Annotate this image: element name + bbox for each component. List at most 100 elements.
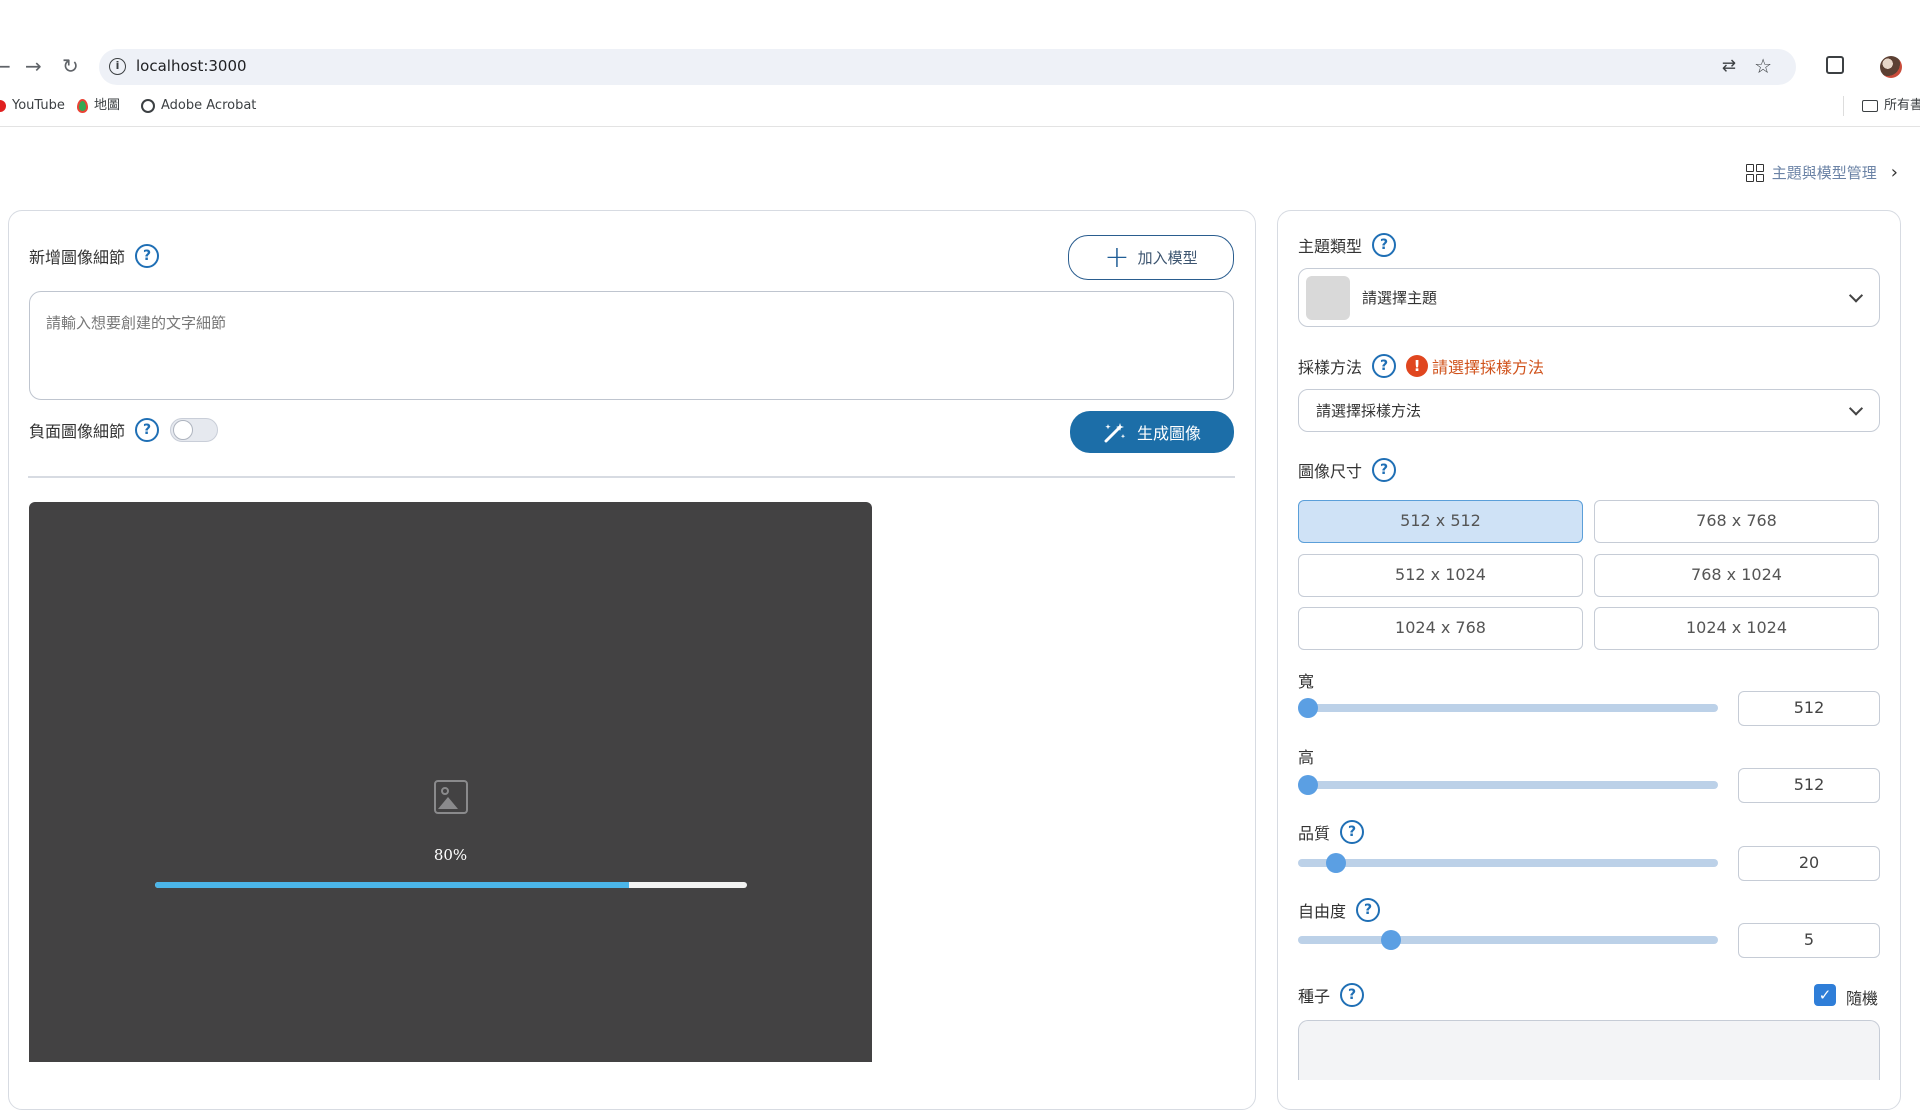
freedom-label-row: 自由度 ?: [1298, 898, 1381, 922]
prompt-textarea[interactable]: 請輸入想要創建的文字細節: [29, 291, 1234, 400]
bookmarks-separator: [1843, 96, 1844, 116]
image-size-label: 圖像尺寸: [1298, 462, 1363, 481]
url-text[interactable]: localhost:3000: [136, 57, 247, 75]
size-option-512x1024[interactable]: 512 x 1024: [1298, 554, 1583, 597]
sampling-label-row: 採樣方法 ? ! 請選擇採樣方法: [1298, 354, 1544, 378]
help-icon[interactable]: ?: [1340, 820, 1365, 844]
slider-thumb[interactable]: [1298, 698, 1318, 718]
size-option-1024x1024[interactable]: 1024 x 1024: [1594, 607, 1879, 650]
size-option-768x768[interactable]: 768 x 768: [1594, 500, 1879, 543]
theme-type-label-row: 主題類型 ?: [1298, 233, 1397, 257]
width-input[interactable]: 512: [1738, 691, 1880, 726]
freedom-slider[interactable]: [1298, 930, 1718, 950]
theme-type-label: 主題類型: [1298, 237, 1363, 256]
manage-link-label: 主題與模型管理: [1771, 164, 1877, 182]
add-model-button[interactable]: + 加入模型: [1068, 235, 1234, 280]
height-slider[interactable]: [1298, 775, 1718, 795]
theme-swatch: [1306, 275, 1350, 320]
star-icon[interactable]: ☆: [1754, 54, 1772, 78]
forward-arrow-icon[interactable]: →: [25, 54, 42, 78]
progress-bar: [155, 882, 747, 888]
reload-icon[interactable]: ↻: [62, 54, 79, 78]
size-option-1024x768[interactable]: 1024 x 768: [1298, 607, 1583, 650]
progress-fill: [155, 882, 629, 888]
all-bookmarks[interactable]: 所有書: [1862, 96, 1920, 116]
theme-select-value: 請選擇主題: [1362, 289, 1438, 307]
error-icon: !: [1406, 355, 1429, 377]
toggle-knob: [173, 420, 193, 440]
profile-avatar[interactable]: [1880, 56, 1902, 78]
theme-select[interactable]: 請選擇主題: [1298, 268, 1880, 327]
generate-image-button[interactable]: 生成圖像: [1070, 411, 1234, 453]
check-icon: ✓: [1818, 986, 1832, 1004]
negative-details-toggle[interactable]: [170, 418, 218, 442]
slider-thumb[interactable]: [1298, 775, 1318, 795]
help-icon[interactable]: ?: [1372, 233, 1397, 257]
slider-thumb[interactable]: [1381, 930, 1401, 950]
chevron-down-icon: [1848, 287, 1864, 303]
chevron-down-icon: [1848, 400, 1864, 416]
magic-wand-icon: [1104, 423, 1126, 443]
freedom-label: 自由度: [1298, 902, 1347, 921]
extensions-icon[interactable]: [1826, 56, 1844, 74]
help-icon[interactable]: ?: [1356, 898, 1381, 922]
sampling-label: 採樣方法: [1298, 358, 1363, 377]
help-icon[interactable]: ?: [135, 244, 160, 268]
browser-chrome: ← → ↻ i localhost:3000 ⇄ ☆ YouTube 地圖 Ad…: [0, 0, 1920, 127]
random-checkbox[interactable]: ✓: [1814, 984, 1836, 1006]
freedom-input[interactable]: 5: [1738, 923, 1880, 958]
quality-input[interactable]: 20: [1738, 846, 1880, 881]
height-input[interactable]: 512: [1738, 768, 1880, 803]
random-label[interactable]: 隨機: [1846, 985, 1878, 1009]
bookmark-adobe-acrobat[interactable]: Adobe Acrobat: [141, 96, 256, 116]
negative-details-label-row: 負面圖像細節 ?: [29, 418, 160, 442]
image-size-label-row: 圖像尺寸 ?: [1298, 458, 1397, 482]
bookmark-youtube[interactable]: YouTube: [0, 96, 65, 116]
help-icon[interactable]: ?: [1340, 983, 1365, 1007]
address-bar[interactable]: i localhost:3000 ⇄ ☆: [99, 49, 1796, 85]
slider-thumb[interactable]: [1326, 853, 1346, 873]
bookmark-label: 地圖: [94, 98, 121, 113]
bookmark-label: Adobe Acrobat: [161, 98, 257, 113]
quality-label-row: 品質 ?: [1298, 820, 1365, 844]
height-label: 高: [1298, 748, 1315, 767]
settings-panel: [1277, 210, 1901, 1110]
sampling-select-value: 請選擇採樣方法: [1316, 402, 1422, 420]
translate-icon[interactable]: ⇄: [1722, 56, 1736, 76]
seed-label: 種子: [1298, 987, 1331, 1006]
quality-slider[interactable]: [1298, 853, 1718, 873]
progress-percent: 80%: [433, 846, 468, 864]
help-icon[interactable]: ?: [1372, 354, 1397, 378]
folder-icon: [1862, 99, 1878, 112]
maps-pin-icon: [77, 98, 88, 113]
image-details-label: 新增圖像細節: [29, 248, 126, 267]
image-placeholder-icon: [434, 780, 468, 814]
section-divider: [28, 476, 1235, 478]
grid-icon: [1745, 163, 1764, 182]
width-slider[interactable]: [1298, 698, 1718, 718]
size-option-512x512[interactable]: 512 x 512: [1298, 500, 1583, 543]
add-model-label: 加入模型: [1137, 249, 1198, 267]
image-details-label-row: 新增圖像細節 ?: [29, 244, 160, 268]
generate-label: 生成圖像: [1136, 424, 1201, 443]
plus-icon: +: [1104, 239, 1130, 275]
bookmark-maps[interactable]: 地圖: [77, 96, 120, 116]
quality-label: 品質: [1298, 824, 1331, 843]
help-icon[interactable]: ?: [135, 418, 160, 442]
all-bookmarks-label: 所有書: [1884, 98, 1920, 113]
seed-input[interactable]: [1298, 1020, 1880, 1080]
negative-details-label: 負面圖像細節: [29, 422, 126, 441]
youtube-icon: [0, 99, 6, 112]
theme-model-management-link[interactable]: 主題與模型管理 ›: [1745, 162, 1898, 183]
site-info-icon[interactable]: i: [109, 58, 126, 75]
size-option-768x1024[interactable]: 768 x 1024: [1594, 554, 1879, 597]
sampling-error-text: 請選擇採樣方法: [1432, 358, 1545, 377]
globe-icon: [141, 98, 155, 113]
image-preview: 80%: [29, 502, 872, 1062]
bookmark-label: YouTube: [12, 98, 65, 113]
seed-label-row: 種子 ?: [1298, 983, 1365, 1007]
back-arrow-icon[interactable]: ←: [0, 54, 11, 78]
width-label: 寬: [1298, 672, 1315, 691]
sampling-select[interactable]: 請選擇採樣方法: [1298, 389, 1880, 432]
help-icon[interactable]: ?: [1372, 458, 1397, 482]
